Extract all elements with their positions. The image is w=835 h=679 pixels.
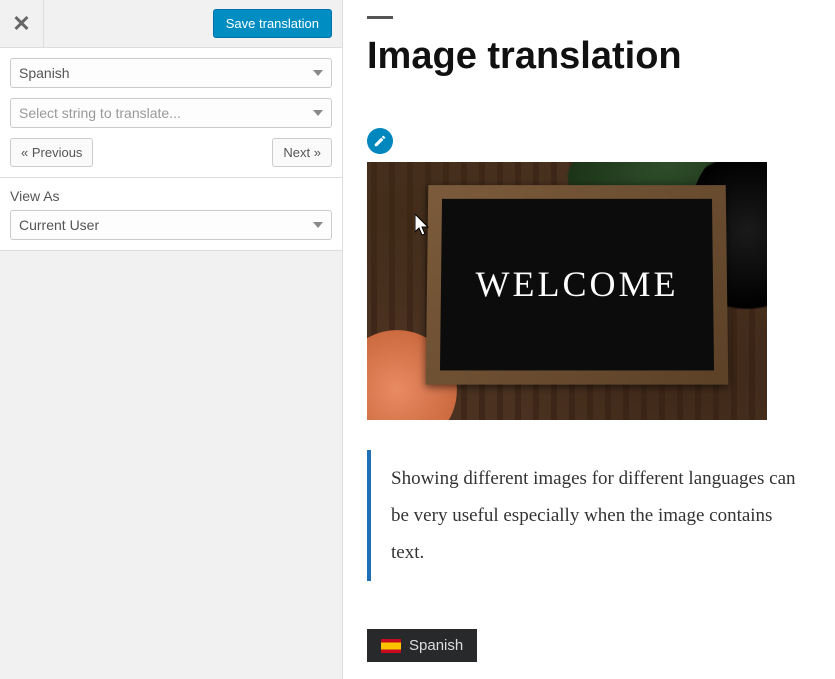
chevron-down-icon	[313, 70, 323, 76]
language-select-value: Spanish	[19, 65, 70, 81]
chalkboard: WELCOME	[426, 185, 729, 385]
view-as-label: View As	[10, 188, 332, 204]
close-icon: ✕	[12, 11, 30, 37]
string-select[interactable]: Select string to translate...	[10, 98, 332, 128]
top-divider	[367, 16, 393, 19]
nav-row: « Previous Next »	[10, 138, 332, 167]
chevron-down-icon	[313, 110, 323, 116]
chevron-down-icon	[313, 222, 323, 228]
translation-sidebar: ✕ Save translation Spanish Select string…	[0, 0, 343, 679]
page-title: Image translation	[367, 35, 811, 78]
sidebar-topbar: ✕ Save translation	[0, 0, 342, 48]
next-button[interactable]: Next »	[272, 138, 332, 167]
view-as-value: Current User	[19, 217, 99, 233]
string-select-placeholder: Select string to translate...	[19, 105, 181, 121]
preview-image[interactable]: WELCOME	[367, 162, 767, 420]
close-button[interactable]: ✕	[10, 0, 44, 47]
quote-block: Showing different images for different l…	[367, 450, 797, 581]
controls-panel: Spanish Select string to translate... « …	[0, 48, 342, 178]
quote-text: Showing different images for different l…	[391, 468, 796, 563]
preview-content: Image translation WELCOME Showing differ…	[343, 0, 835, 679]
language-switcher-label: Spanish	[409, 637, 463, 654]
chalkboard-text: WELCOME	[475, 263, 678, 305]
save-translation-button[interactable]: Save translation	[213, 9, 332, 38]
previous-button[interactable]: « Previous	[10, 138, 93, 167]
flag-es-icon	[381, 639, 401, 653]
language-select[interactable]: Spanish	[10, 58, 332, 88]
pencil-icon	[373, 134, 387, 148]
view-as-select[interactable]: Current User	[10, 210, 332, 240]
view-as-panel: View As Current User	[0, 178, 342, 251]
edit-badge[interactable]	[367, 128, 393, 154]
language-switcher[interactable]: Spanish	[367, 629, 477, 662]
